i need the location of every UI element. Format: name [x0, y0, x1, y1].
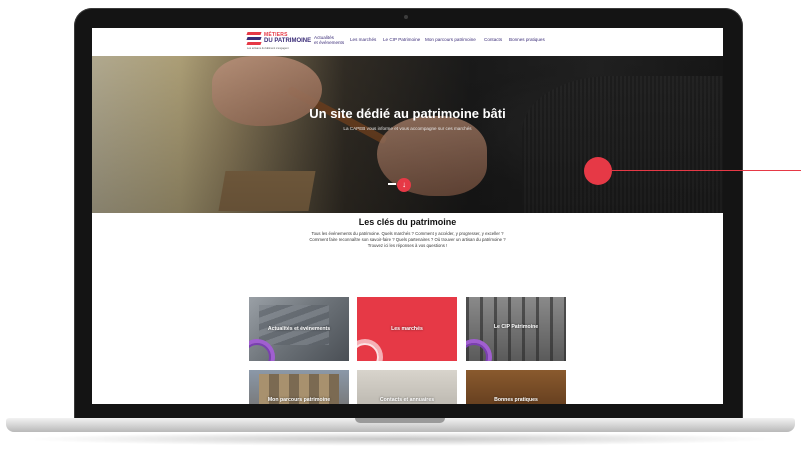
logo-mark-icon	[246, 32, 262, 46]
card-arc-icon	[357, 343, 379, 361]
card-marches[interactable]: Les marchés	[357, 297, 457, 361]
logo-title-line2: DU PATRIMOINE	[264, 38, 312, 44]
laptop-notch	[355, 418, 445, 423]
laptop-mockup: MÉTIERS DU PATRIMOINE Les artisans du bâ…	[0, 0, 801, 470]
card-image	[259, 305, 329, 345]
nav-item-cip[interactable]: Le CIP Patrimoine	[383, 37, 420, 42]
card-actualites[interactable]: Actualités et événements	[249, 297, 349, 361]
card-label: Les marchés	[391, 326, 423, 332]
site-logo[interactable]: MÉTIERS DU PATRIMOINE Les artisans du bâ…	[246, 32, 312, 52]
card-label: Mon parcours patrimoine	[267, 397, 331, 403]
webcam	[404, 15, 408, 19]
card-arc-icon	[249, 343, 271, 361]
nav-item-contacts[interactable]: Contacts	[484, 37, 502, 42]
nav-item-actualites[interactable]: Actualités et événements	[314, 35, 344, 45]
nav-item-parcours[interactable]: Mon parcours patrimoine	[425, 37, 476, 42]
card-label: Contacts et annuaires	[379, 397, 435, 403]
nav-item-bonnes-pratiques[interactable]: Bonnes pratiques	[509, 37, 545, 42]
nav-label: et événements	[314, 40, 345, 45]
card-cip[interactable]: Le CIP Patrimoine	[466, 297, 566, 361]
slider-dot-active[interactable]	[388, 183, 396, 185]
card-bonnes-pratiques[interactable]: Bonnes pratiques	[466, 370, 566, 404]
section-intro: Tous les événements du patrimoine. Quels…	[297, 231, 518, 249]
intro-line: Trouvez ici les réponses à vos questions…	[367, 243, 448, 248]
callout-dot	[584, 157, 612, 185]
card-parcours[interactable]: Mon parcours patrimoine	[249, 370, 349, 404]
laptop-shadow	[20, 432, 780, 446]
scroll-down-button[interactable]: ↓	[397, 178, 411, 192]
nav-item-marches[interactable]: Les marchés	[350, 37, 376, 42]
site-header: MÉTIERS DU PATRIMOINE Les artisans du bâ…	[92, 28, 723, 56]
card-label: Bonnes pratiques	[494, 397, 538, 403]
card-contacts[interactable]: Contacts et annuaires	[357, 370, 457, 404]
logo-tagline: Les artisans du bâtiment s'engagent	[247, 47, 289, 50]
arrow-down-icon: ↓	[402, 180, 406, 189]
callout-line	[612, 170, 801, 171]
card-label: Actualités et événements	[267, 326, 331, 332]
website-screen: MÉTIERS DU PATRIMOINE Les artisans du bâ…	[92, 28, 723, 404]
card-label: Le CIP Patrimoine	[493, 324, 539, 330]
section-title: Les clés du patrimoine	[358, 217, 457, 227]
hero-title: Un site dédié au patrimoine bâti	[309, 106, 506, 121]
hero-subtitle: La CAPEB vous informe et vous accompagne…	[343, 126, 472, 131]
